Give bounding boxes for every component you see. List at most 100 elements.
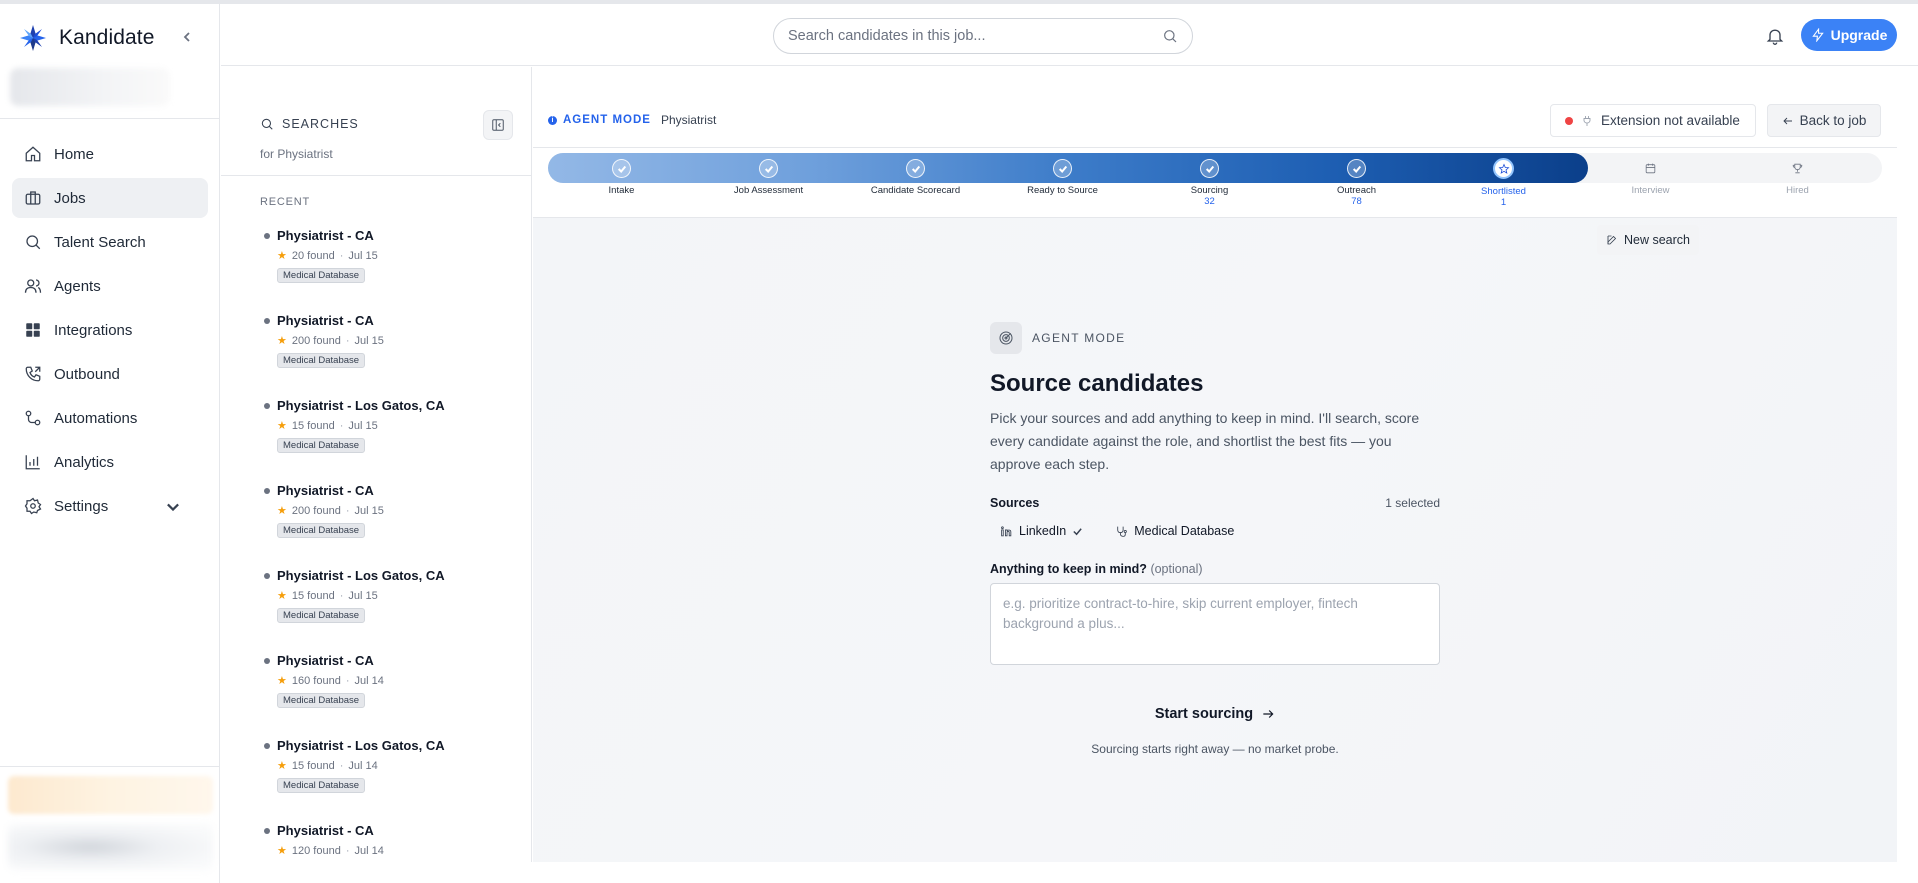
- status-dot: [264, 658, 270, 664]
- step-job-assessment[interactable]: Job Assessment: [695, 153, 842, 196]
- step-ready-to-source[interactable]: Ready to Source: [989, 153, 1136, 196]
- sidebar-item-home[interactable]: Home: [12, 134, 208, 174]
- agent-mode-header: i AGENT MODE Physiatrist: [548, 113, 716, 127]
- card-mode-label: AGENT MODE: [1032, 331, 1126, 345]
- extension-status-button[interactable]: Extension not available: [1550, 104, 1756, 137]
- list-item[interactable]: Physiatrist - CA ★ 200 found · Jul 15 Medic…: [260, 312, 520, 397]
- step-candidate-scorecard[interactable]: Candidate Scorecard: [842, 153, 989, 196]
- search-date: Jul 15: [348, 419, 378, 432]
- list-item[interactable]: Physiatrist - Los Gatos, CA ★ 15 found · Ju…: [260, 397, 520, 482]
- gear-icon: [24, 497, 42, 515]
- bell-icon[interactable]: [1765, 26, 1785, 46]
- radar-icon: [990, 322, 1022, 354]
- job-name: Physiatrist: [660, 113, 717, 127]
- found-count: 160 found: [291, 674, 341, 687]
- sidebar-item-automations[interactable]: Automations: [12, 398, 208, 438]
- job-search-box[interactable]: [773, 18, 1193, 54]
- source-tag: Medical Database: [277, 693, 366, 708]
- arrow-right-icon: [1263, 710, 1274, 718]
- plan-banner[interactable]: [8, 776, 213, 814]
- found-count: 15 found: [291, 759, 335, 772]
- search-title: Physiatrist - CA: [277, 823, 374, 838]
- stethoscope-icon: [1117, 526, 1128, 537]
- step-shortlisted[interactable]: Shortlisted 1: [1430, 153, 1577, 208]
- search-meta: ★ 15 found · Jul 15: [277, 589, 520, 603]
- search-date: Jul 14: [354, 674, 384, 687]
- step-outreach[interactable]: Outreach 78: [1283, 153, 1430, 207]
- workflow-icon: [25, 410, 41, 426]
- search-date: Jul 15: [354, 504, 384, 517]
- list-item[interactable]: Physiatrist - CA ★ 20 found · Jul 15 Medica…: [260, 227, 520, 312]
- upgrade-button[interactable]: Upgrade: [1801, 19, 1897, 51]
- sidebar-item-jobs[interactable]: Jobs: [12, 178, 208, 218]
- found-count: 15 found: [291, 419, 335, 432]
- brand[interactable]: Kandidate: [17, 22, 154, 54]
- step-intake[interactable]: Intake: [548, 153, 695, 196]
- separator: ·: [345, 334, 350, 347]
- notes-textarea[interactable]: [990, 583, 1440, 665]
- searches-header: SEARCHES: [260, 117, 359, 131]
- step-hired[interactable]: Hired: [1724, 153, 1871, 196]
- plug-icon: [1583, 115, 1591, 126]
- card-header: AGENT MODE: [990, 322, 1440, 354]
- scroll-gutter: [1897, 67, 1918, 862]
- divider: [533, 147, 1897, 148]
- status-dot: [1565, 116, 1573, 125]
- source-tag: Medical Database: [277, 608, 366, 623]
- back-to-job-button[interactable]: Back to job: [1767, 104, 1881, 137]
- step-interview[interactable]: Interview: [1577, 153, 1724, 196]
- step-name: Ready to Source: [1027, 185, 1098, 196]
- collapse-panel-button[interactable]: [483, 110, 513, 140]
- step-name: Hired: [1786, 185, 1809, 196]
- separator: ·: [345, 504, 350, 517]
- status-dot: [264, 488, 270, 494]
- search-meta: ★ 200 found · Jul 15: [277, 504, 520, 518]
- main-workspace: i AGENT MODE Physiatrist Extension not a…: [533, 67, 1897, 862]
- list-item[interactable]: Physiatrist - CA ★ 200 found · Jul 15 Medic…: [260, 482, 520, 567]
- source-linkedin[interactable]: LinkedIn: [990, 520, 1093, 542]
- check-icon: [759, 159, 778, 178]
- sidebar-item-integrations[interactable]: Integrations: [12, 310, 208, 350]
- search-title: Physiatrist - CA: [277, 313, 374, 328]
- collapse-sidebar-button[interactable]: [178, 28, 196, 46]
- search-icon: [26, 235, 41, 250]
- new-search-button[interactable]: New search: [1597, 225, 1699, 255]
- list-item[interactable]: Physiatrist - CA ★ 120 found · Jul 14: [260, 822, 520, 862]
- list-item[interactable]: Physiatrist - Los Gatos, CA ★ 15 found · Ju…: [260, 567, 520, 652]
- search-meta: ★ 15 found · Jul 14: [277, 759, 520, 773]
- home-icon: [25, 146, 41, 162]
- sidebar-item-outbound[interactable]: Outbound: [12, 354, 208, 394]
- search-input[interactable]: [788, 28, 1162, 44]
- star-icon: ★: [277, 505, 287, 517]
- step-sourcing[interactable]: Sourcing 32: [1136, 153, 1283, 207]
- step-name: Sourcing: [1190, 185, 1229, 196]
- account-switcher[interactable]: [10, 68, 170, 106]
- sidebar-item-agents[interactable]: Agents: [12, 266, 208, 306]
- search-icon: [261, 118, 273, 130]
- recent-searches-list: Physiatrist - CA ★ 20 found · Jul 15 Medica…: [260, 227, 520, 862]
- status-dot: [264, 743, 270, 749]
- star-icon: ★: [277, 335, 287, 347]
- search-meta: ★ 160 found · Jul 14: [277, 674, 520, 688]
- calendar-icon: [1641, 159, 1660, 178]
- sidebar-item-talent-search[interactable]: Talent Search: [12, 222, 208, 262]
- sidebar-item-analytics[interactable]: Analytics: [12, 442, 208, 482]
- list-item[interactable]: Physiatrist - CA ★ 160 found · Jul 14 Medic…: [260, 652, 520, 737]
- recent-label: RECENT: [260, 196, 311, 208]
- status-dot: [264, 573, 270, 579]
- panel-left-icon: [492, 119, 504, 131]
- user-profile[interactable]: [8, 824, 213, 870]
- briefcase-icon: [25, 191, 41, 205]
- sidebar-item-settings[interactable]: Settings: [12, 486, 208, 526]
- status-dot: [264, 828, 270, 834]
- divider: [0, 766, 219, 767]
- source-medical-database[interactable]: Medical Database: [1105, 520, 1244, 542]
- status-dot: [264, 318, 270, 324]
- separator: ·: [345, 674, 350, 687]
- list-item[interactable]: Physiatrist - Los Gatos, CA ★ 15 found · Ju…: [260, 737, 520, 822]
- source-tag: Medical Database: [277, 778, 366, 793]
- start-sourcing-button[interactable]: Start sourcing: [990, 706, 1440, 722]
- search-title: Physiatrist - CA: [277, 483, 374, 498]
- trophy-icon: [1788, 159, 1807, 178]
- sidebar-item-label: Talent Search: [54, 233, 146, 251]
